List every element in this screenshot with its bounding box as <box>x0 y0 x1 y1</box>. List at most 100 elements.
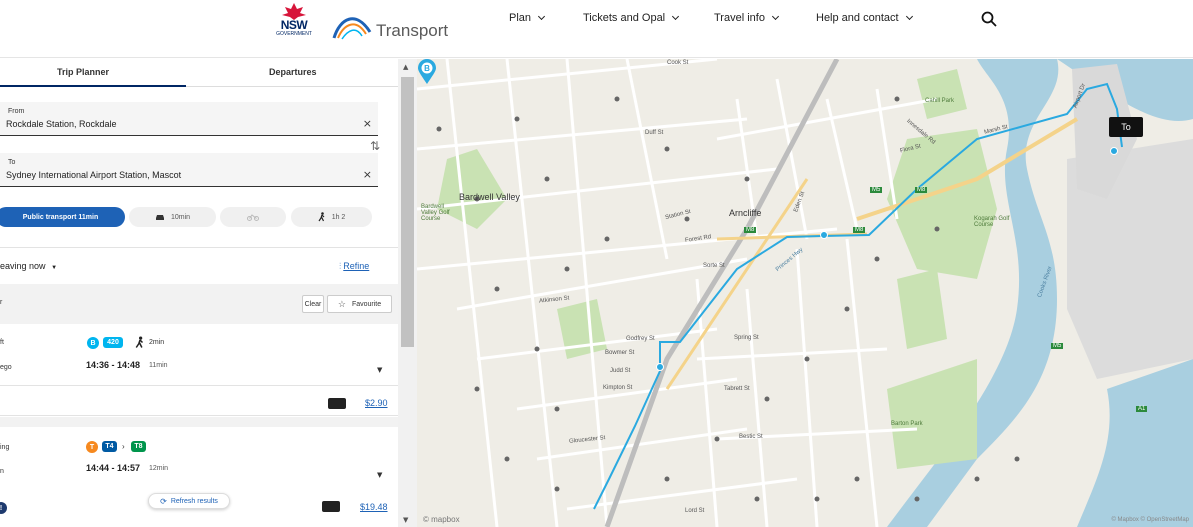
local-park <box>557 299 607 359</box>
mode-drive-button[interactable]: 10min <box>129 207 216 227</box>
refine-link[interactable]: ⫶ Refine <box>339 261 369 272</box>
leaving-time-label: eaving now <box>0 261 46 271</box>
nav-help-and-contact[interactable]: Help and contact <box>816 12 913 26</box>
map-label-barton-park: Barton Park <box>891 421 923 427</box>
star-icon: ☆ <box>337 298 346 309</box>
refine-label: Refine <box>343 261 370 271</box>
nav-travel-info-label: Travel info <box>714 12 765 24</box>
scroll-down-icon[interactable]: ▼ <box>403 516 408 524</box>
to-field[interactable]: To Sydney International Airport Station,… <box>0 153 378 187</box>
trip-times: 14:36 - 14:48 <box>86 360 141 370</box>
tab-departures[interactable]: Departures <box>269 67 317 77</box>
trip-planner-panel: Trip Planner Departures From Rockdale St… <box>0 59 398 527</box>
from-field[interactable]: From Rockdale Station, Rockdale × <box>0 102 378 136</box>
map-label-kogarah-golf: Kogarah Golf Course <box>974 216 1010 228</box>
to-value: Sydney International Airport Station, Ma… <box>6 170 182 180</box>
trip-1-fare-row: $2.90 <box>0 386 398 416</box>
nav-travel-info[interactable]: Travel info <box>714 12 779 26</box>
swap-direction-icon[interactable]: ⇅ <box>370 139 380 153</box>
trip-option-1[interactable]: ft ego B 420 2min 14:36 - 14:48 11min ▼ <box>0 324 398 386</box>
favourite-button[interactable]: ☆ Favourite <box>327 295 392 313</box>
to-label: To <box>8 159 16 166</box>
train-mode-icon: T <box>86 441 98 453</box>
nsw-gov-text: GOVERNMENT <box>276 31 312 37</box>
leaving-time-select[interactable]: eaving now ▼ <box>0 261 57 271</box>
expand-trip-icon[interactable]: ▼ <box>377 471 382 479</box>
barton-park <box>887 359 977 469</box>
bus-origin-marker-icon[interactable]: B <box>417 59 437 85</box>
b-marker-label: B <box>424 64 430 73</box>
destination-marker[interactable]: To <box>1109 117 1143 137</box>
mode-drive-label: 10min <box>170 213 191 221</box>
train-line-t8-badge: T8 <box>131 441 146 452</box>
m8-shield: M8 <box>853 227 866 233</box>
refresh-results-button[interactable]: ⟳ Refresh results <box>148 493 230 509</box>
mode-public-transport-button[interactable]: Public transport 11min <box>0 207 125 227</box>
mode-walk-button[interactable]: 1h 2 <box>291 207 372 227</box>
bus-route-badge: 420 <box>103 337 123 348</box>
map-label-bardwell-valley: Bardwell Valley <box>459 192 520 202</box>
clear-button[interactable]: Clear <box>302 295 324 313</box>
map-label-godfrey-st: Godfrey St <box>626 336 655 342</box>
map-label-cook-st: Cook St <box>667 60 689 66</box>
refresh-label: Refresh results <box>170 497 218 505</box>
map-label-arncliffe: Arncliffe <box>729 208 762 218</box>
from-value: Rockdale Station, Rockdale <box>6 119 117 129</box>
walk-icon <box>135 336 144 348</box>
scroll-up-icon[interactable]: ▲ <box>403 63 408 71</box>
clear-to-icon[interactable]: × <box>363 168 372 181</box>
sliders-icon: ⫶ <box>339 261 342 271</box>
m5-shield: M5 <box>870 187 883 193</box>
nav-tickets-and-opal[interactable]: Tickets and Opal <box>583 12 680 26</box>
search-icon[interactable] <box>981 11 997 27</box>
m8-shield: M8 <box>744 227 757 233</box>
trip-separator <box>0 417 398 427</box>
map-attribution[interactable]: © Mapbox © OpenStreetMap <box>1111 517 1189 523</box>
map-label-cahill-park: Cahill Park <box>925 98 955 104</box>
mode-cycle-button[interactable] <box>220 207 286 227</box>
trip-times: 14:44 - 14:57 <box>86 463 141 473</box>
trip-price[interactable]: $19.48 <box>360 502 388 512</box>
mapbox-logo[interactable]: © mapbox <box>423 515 460 524</box>
walk-duration: 2min <box>149 339 165 346</box>
mode-public-transport-label: Public transport 11min <box>22 213 99 221</box>
tab-trip-planner[interactable]: Trip Planner <box>57 67 109 77</box>
transport-logo[interactable]: Transport <box>330 8 455 42</box>
chevron-down-icon <box>905 12 913 21</box>
trip-duration: 12min <box>149 465 169 472</box>
opal-card-icon <box>328 398 346 409</box>
scrollbar-thumb[interactable] <box>401 77 414 347</box>
m5-shield: M5 <box>1051 343 1064 349</box>
trip-option-2[interactable]: ing n T T4 › T8 14:44 - 14:57 12min ▼ ! … <box>0 427 398 527</box>
map-label-kimpton-st: Kimpton St <box>603 385 633 391</box>
filter-left-text: r <box>0 299 3 306</box>
trip-dest-fragment: ego <box>0 364 12 371</box>
active-tab-indicator <box>0 85 186 87</box>
cahill-park <box>917 69 967 119</box>
train-line-t4-badge: T4 <box>102 441 117 452</box>
trip-duration: 11min <box>149 362 168 369</box>
transport-wordmark: Transport <box>376 21 449 40</box>
nav-help-label: Help and contact <box>816 12 899 24</box>
chevron-down-icon <box>771 12 779 21</box>
divider <box>0 247 398 248</box>
nsw-government-logo[interactable]: NSW GOVERNMENT <box>276 2 312 38</box>
expand-trip-icon[interactable]: ▼ <box>377 366 382 374</box>
chevron-down-icon <box>537 12 546 21</box>
clear-from-icon[interactable]: × <box>363 117 372 130</box>
route-map[interactable]: Bardwell Valley Arncliffe Cahill Park Ko… <box>417 59 1193 527</box>
map-label-sorte-st: Sorte St <box>703 263 725 269</box>
trip-dest-fragment: n <box>0 468 4 475</box>
nav-plan[interactable]: Plan <box>509 12 546 26</box>
from-label: From <box>8 108 25 115</box>
park <box>897 269 947 349</box>
car-icon <box>155 215 164 220</box>
trip-price[interactable]: $2.90 <box>365 398 388 408</box>
route-stop <box>820 231 828 239</box>
mode-walk-label: 1h 2 <box>331 213 346 221</box>
caret-down-icon: ▼ <box>51 265 58 271</box>
a1-shield: A1 <box>1136 406 1148 412</box>
favourite-label: Favourite <box>351 300 382 308</box>
panel-scrollbar[interactable]: ▲ ▼ <box>398 59 417 527</box>
map-label-spring-st: Spring St <box>734 335 759 341</box>
